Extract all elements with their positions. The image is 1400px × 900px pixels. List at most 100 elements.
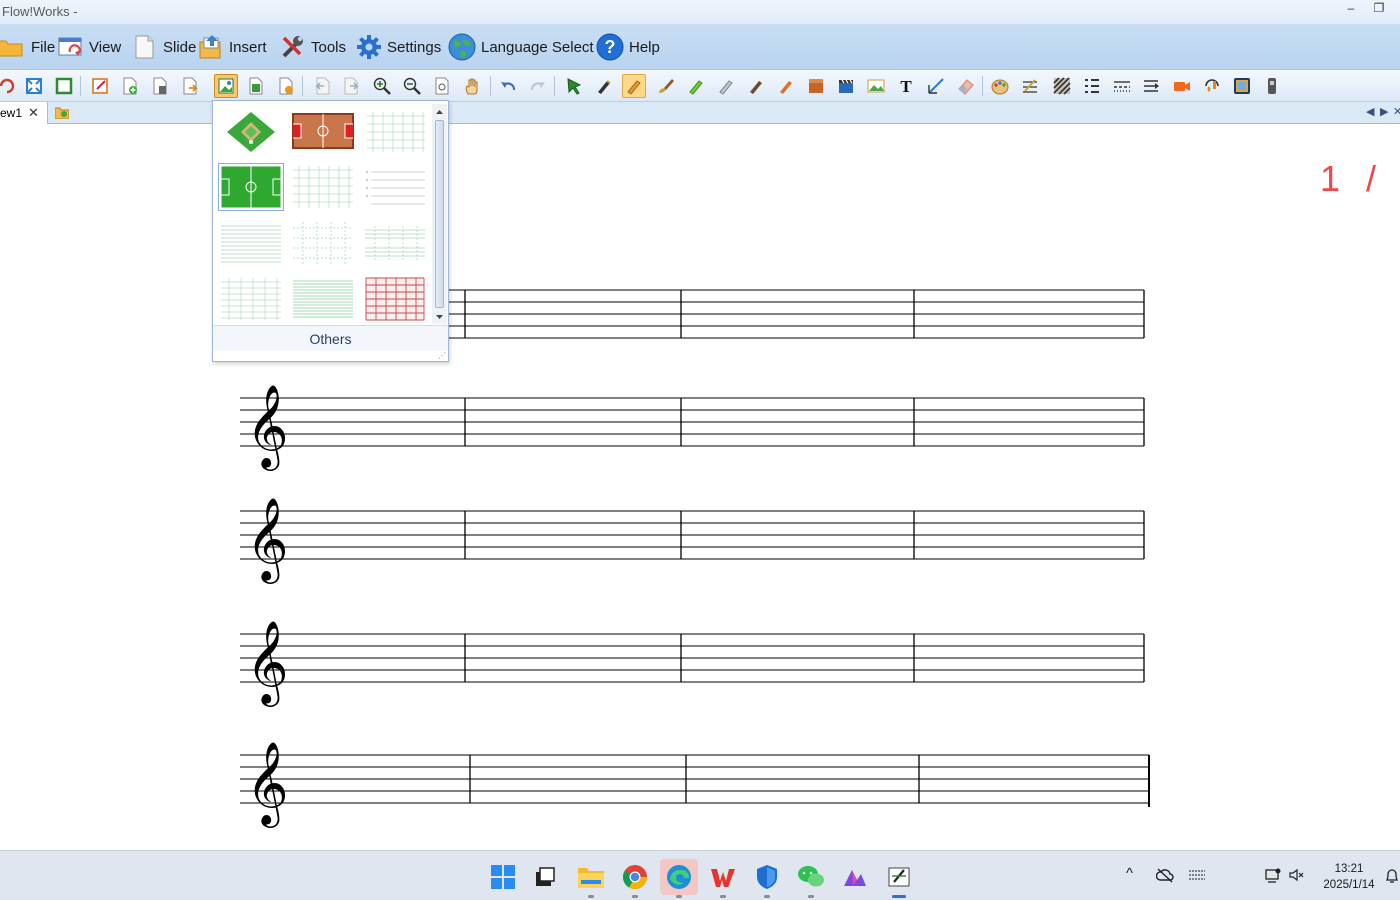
video-camera-icon[interactable]	[1170, 74, 1194, 98]
highlighter-pen-icon[interactable]	[622, 74, 646, 98]
menu-file[interactable]: File	[0, 24, 55, 70]
thumb-grid-medium[interactable]	[291, 164, 355, 210]
menu-view[interactable]: View	[58, 24, 121, 70]
minimize-button[interactable]: –	[1340, 1, 1362, 15]
input-method-icon[interactable]	[1188, 867, 1206, 886]
zoom-page-icon[interactable]	[430, 74, 454, 98]
video-clapper-icon[interactable]	[834, 74, 858, 98]
brush-icon[interactable]	[654, 74, 678, 98]
eraser-icon[interactable]	[954, 74, 978, 98]
cloud-offline-icon[interactable]	[1155, 867, 1174, 886]
undo-icon[interactable]	[496, 74, 520, 98]
remote-control-icon[interactable]	[1260, 74, 1284, 98]
treble-clef-icon: 𝄞	[246, 496, 289, 584]
start-menu-icon[interactable]	[484, 859, 522, 895]
system-clock[interactable]: 13:21 2025/1/14	[1316, 861, 1382, 893]
menu-language-label: Language Select	[481, 38, 594, 56]
page-play-icon[interactable]	[274, 74, 298, 98]
dash-style-icon[interactable]	[1110, 74, 1134, 98]
resize-grip-icon[interactable]: ⋰	[438, 351, 446, 360]
svg-text:T: T	[900, 77, 912, 95]
select-arrow-icon[interactable]	[562, 74, 586, 98]
arrow-style-icon[interactable]	[1140, 74, 1164, 98]
fullscreen-icon[interactable]	[22, 74, 46, 98]
marker-green-icon[interactable]	[684, 74, 708, 98]
color-palette-icon[interactable]	[988, 74, 1012, 98]
menu-tools[interactable]: Tools	[280, 24, 346, 70]
wps-office-icon[interactable]	[704, 859, 742, 898]
staff-background-button[interactable]	[214, 74, 238, 98]
new-page-icon[interactable]	[118, 74, 142, 98]
popup-scrollbar[interactable]	[432, 104, 447, 324]
list-indent-icon[interactable]	[1080, 74, 1104, 98]
crayon-icon[interactable]	[744, 74, 768, 98]
page-prev-icon[interactable]	[310, 74, 334, 98]
audio-record-icon[interactable]	[1200, 74, 1224, 98]
thumb-dotted-grid[interactable]	[291, 220, 355, 266]
menu-language-select[interactable]: Language Select	[448, 24, 594, 70]
edge-icon[interactable]	[660, 859, 698, 898]
page-image-icon[interactable]	[244, 74, 268, 98]
thumb-staff-grid-2[interactable]	[363, 220, 427, 266]
tray-overflow-chevron[interactable]: ^	[1126, 865, 1133, 882]
drawing-canvas[interactable]: 1 / 1 𝄞𝄞𝄞𝄞	[0, 124, 1400, 850]
menu-settings[interactable]: Settings	[356, 24, 441, 70]
chrome-icon[interactable]	[616, 859, 654, 898]
text-tool-icon[interactable]: T	[894, 74, 918, 98]
new-tab-folder-icon[interactable]	[54, 106, 70, 120]
menu-insert-label: Insert	[229, 38, 267, 56]
page-export-icon[interactable]	[178, 74, 202, 98]
popup-scroll-thumb[interactable]	[435, 120, 444, 308]
toolbar-separator	[490, 76, 491, 96]
task-view-icon[interactable]	[526, 859, 564, 895]
file-explorer-icon[interactable]	[572, 859, 610, 898]
restore-button[interactable]: ❐	[1368, 1, 1390, 15]
ai-assistant-icon[interactable]	[836, 859, 874, 895]
page-next-icon[interactable]	[340, 74, 364, 98]
menu-slide[interactable]: Slide	[132, 24, 196, 70]
treble-clef-icon: 𝄞	[246, 383, 289, 471]
image-insert-icon[interactable]	[864, 74, 888, 98]
wechat-icon[interactable]	[792, 859, 830, 898]
pen-icon[interactable]	[592, 74, 616, 98]
stamp-box-icon[interactable]	[804, 74, 828, 98]
redo-icon[interactable]	[526, 74, 550, 98]
speaker-muted-icon[interactable]	[1288, 867, 1306, 886]
screen-capture-icon[interactable]	[1230, 74, 1254, 98]
hand-pan-icon[interactable]	[460, 74, 484, 98]
edit-page-icon[interactable]	[88, 74, 112, 98]
security-shield-icon[interactable]	[748, 859, 786, 898]
thumb-grid-fine[interactable]	[219, 276, 283, 322]
window-title: Flow!Works -	[2, 4, 78, 19]
zoom-out-icon[interactable]	[400, 74, 424, 98]
thumb-staff-lines-2[interactable]	[291, 276, 355, 322]
menu-settings-label: Settings	[387, 38, 442, 56]
tab-close-icon[interactable]: ✕	[28, 105, 39, 121]
thumb-lines-list[interactable]	[363, 164, 427, 210]
thumb-basketball-court[interactable]	[291, 108, 355, 154]
menu-help[interactable]: ? Help	[596, 24, 660, 70]
network-icon[interactable]	[1264, 867, 1282, 886]
measure-tool-icon[interactable]	[924, 74, 948, 98]
notification-bell-icon[interactable]	[1384, 867, 1400, 888]
tab-scroll-right-icon[interactable]: ▶	[1380, 105, 1388, 118]
window-frame-icon[interactable]	[52, 74, 76, 98]
thumb-grid-small[interactable]	[363, 108, 427, 154]
delete-page-icon[interactable]	[148, 74, 172, 98]
thumb-baseball-field[interactable]	[219, 108, 283, 154]
flowworks-taskbar-icon[interactable]	[880, 859, 918, 898]
zoom-in-icon[interactable]	[370, 74, 394, 98]
tab-scroll-left-icon[interactable]: ◀	[1366, 105, 1374, 118]
fill-pattern-icon[interactable]	[1050, 74, 1074, 98]
menu-insert[interactable]: Insert	[198, 24, 267, 70]
tab-close-all-icon[interactable]: ✕	[1393, 105, 1400, 118]
redo-rotate-icon[interactable]	[0, 74, 18, 98]
thumb-staff-lines[interactable]	[219, 220, 283, 266]
line-width-icon[interactable]	[1018, 74, 1042, 98]
chalk-icon[interactable]	[774, 74, 798, 98]
document-tab[interactable]: ew1 ✕	[0, 102, 48, 124]
thumb-soccer-field[interactable]	[218, 163, 284, 211]
thumb-brick-grid[interactable]	[363, 276, 427, 322]
marker-gray-icon[interactable]	[714, 74, 738, 98]
others-option[interactable]: Others	[213, 325, 448, 351]
